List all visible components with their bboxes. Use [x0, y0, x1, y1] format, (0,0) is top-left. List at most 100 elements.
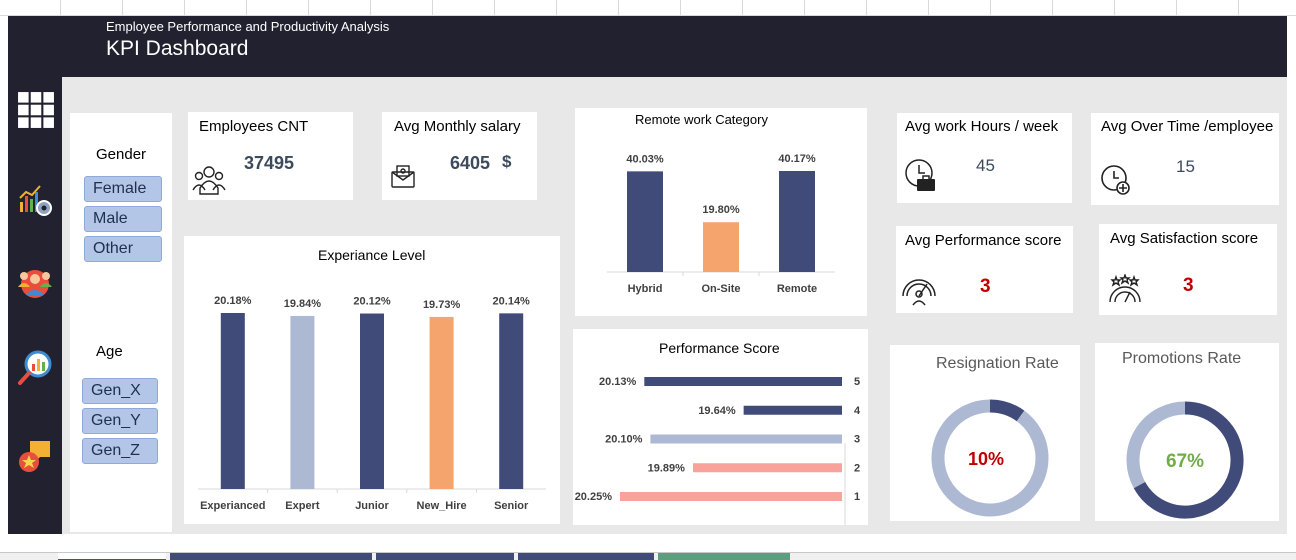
sheet-tab-analysis[interactable]	[518, 553, 654, 560]
overtime-kpi-card: Avg Over Time /employee 15	[1091, 113, 1279, 205]
data-label-New_Hire: 19.73%	[423, 299, 461, 311]
data-label-score-2: 19.89%	[648, 462, 686, 474]
salary-kpi-unit: $	[502, 152, 512, 171]
tick-label-score-4: 4	[854, 405, 861, 417]
overtime-kpi-value: 15	[1176, 157, 1195, 176]
gender-other-button[interactable]: Other	[84, 236, 162, 262]
employees-kpi-card: Employees CNT 37495	[188, 112, 353, 200]
bar-Junior	[360, 313, 384, 489]
age-genx-button[interactable]: Gen_X	[82, 378, 158, 404]
satisfaction-gauge-icon	[1109, 274, 1141, 303]
bar-score-3	[650, 434, 842, 444]
tick-label-Expert: Expert	[285, 500, 320, 512]
remote-work-chart-card: Remote work Category 40.03% Hybrid 19.80% O…	[575, 108, 867, 316]
tick-label-score-1: 1	[854, 491, 860, 503]
data-label-Senior: 20.14%	[493, 295, 531, 307]
clock-briefcase-icon	[905, 159, 935, 191]
gauge-person-icon	[902, 279, 936, 306]
sheet-tab-performance[interactable]	[170, 553, 372, 560]
data-label-Hybrid: 40.03%	[626, 153, 664, 165]
resignation-center-label: 10%	[967, 449, 1005, 469]
bar-score-1	[620, 492, 842, 501]
tick-label-Remote: Remote	[777, 283, 817, 295]
dashboard-title: KPI Dashboard	[106, 37, 249, 60]
donut-slice-0	[989, 399, 1025, 422]
salary-kpi-value: 6405	[450, 153, 491, 173]
overtime-kpi-label: Avg Over Time /employee	[1101, 118, 1274, 135]
tick-label-New_Hire: New_Hire	[417, 500, 467, 512]
bar-Senior	[499, 313, 524, 489]
work-hours-kpi-card: Avg work Hours / week 45	[897, 113, 1072, 203]
resignation-chart-card: Resignation Rate 10%	[890, 345, 1080, 521]
performance-chart-card: Performance Score 20.13% 5 19.64% 4 20.10% 3 1…	[573, 329, 868, 525]
tick-label-Experianced: Experianced	[200, 500, 265, 512]
people-icon	[192, 166, 226, 195]
work-hours-kpi-label: Avg work Hours / week	[905, 118, 1059, 135]
bar-score-5	[644, 377, 842, 386]
feedback-star-icon[interactable]	[16, 437, 54, 475]
data-label-score-3: 20.10%	[605, 434, 643, 446]
money-icon	[391, 165, 415, 188]
tick-label-Junior: Junior	[355, 500, 389, 512]
sheet-tab-calculation[interactable]	[658, 553, 790, 560]
data-label-Experianced: 20.18%	[214, 295, 252, 307]
bar-On-Site	[703, 222, 739, 272]
data-label-score-1: 20.25%	[575, 491, 613, 503]
dashboard-header: Employee Performance and Productivity An…	[8, 16, 1287, 77]
employees-kpi-label: Employees CNT	[199, 118, 309, 135]
bar-Expert	[290, 315, 315, 489]
bar-New_Hire	[429, 316, 454, 489]
employees-kpi-value: 37495	[244, 153, 295, 173]
bar-Remote	[779, 171, 815, 272]
donut-slice-1	[1126, 401, 1186, 489]
experience-chart-card: Experiance Level 20.18% Experianced 19.84%…	[184, 236, 560, 524]
promotions-donut	[1126, 401, 1244, 519]
gender-slicer-title: Gender	[96, 146, 147, 163]
experience-level-chart: 20.18% Experianced 19.84% Expert 20.12% Junio…	[198, 295, 546, 512]
dashboard-canvas: Gender Female Male Other Age Gen_X Gen_Y…	[62, 77, 1287, 534]
bar-score-2	[692, 463, 842, 473]
analytics-search-icon[interactable]	[16, 349, 54, 387]
data-label-Expert: 19.84%	[284, 298, 322, 310]
satisfaction-kpi-label: Avg Satisfaction score	[1110, 230, 1259, 247]
promotions-chart-card: Promotions Rate 67%	[1095, 343, 1279, 521]
performance-kpi-value: 3	[980, 276, 991, 297]
age-geny-button[interactable]: Gen_Y	[82, 408, 158, 434]
resignation-donut	[931, 399, 1049, 517]
sheet-tab-dashboard[interactable]	[58, 553, 166, 560]
remote-work-chart: 40.03% Hybrid 19.80% On-Site 40.17% Remote	[607, 153, 835, 295]
tick-label-On-Site: On-Site	[701, 283, 740, 295]
sheet-tab-diversity[interactable]	[376, 553, 514, 560]
sidebar	[8, 77, 62, 534]
dashboard-root: Employee Performance and Productivity An…	[0, 0, 1296, 560]
sheet-tabs	[0, 552, 1296, 560]
sheet-gridlines	[0, 0, 1296, 16]
satisfaction-kpi-card: Avg Satisfaction score 3	[1099, 224, 1277, 315]
tick-label-score-3: 3	[854, 434, 860, 446]
performance-kpi-card: Avg Performance score 3	[896, 226, 1073, 313]
tick-label-Hybrid: Hybrid	[628, 283, 663, 295]
gender-male-button[interactable]: Male	[84, 206, 162, 232]
gender-female-button[interactable]: Female	[84, 176, 162, 202]
data-label-On-Site: 19.80%	[702, 204, 740, 216]
dashboard-subtitle: Employee Performance and Productivity An…	[106, 19, 390, 34]
bar-score-4	[743, 405, 842, 415]
age-genz-button[interactable]: Gen_Z	[82, 438, 158, 464]
promotions-center-label: 67%	[1165, 451, 1205, 472]
tick-label-Senior: Senior	[494, 500, 529, 512]
chart-gear-icon[interactable]	[16, 180, 54, 218]
data-label-Remote: 40.17%	[778, 153, 816, 165]
clock-plus-icon	[1101, 165, 1130, 195]
data-label-score-4: 19.64%	[698, 405, 736, 417]
data-label-score-5: 20.13%	[599, 376, 637, 388]
performance-score-chart: 20.13% 5 19.64% 4 20.10% 3 19.89% 2 20.25% 1	[575, 376, 861, 525]
salary-kpi-label: Avg Monthly salary	[394, 118, 521, 135]
team-icon[interactable]	[16, 265, 54, 303]
performance-kpi-label: Avg Performance score	[905, 232, 1062, 249]
slicer-panel: Gender Female Male Other Age Gen_X Gen_Y…	[70, 113, 172, 532]
grid-icon[interactable]	[17, 91, 55, 129]
tick-label-score-2: 2	[854, 462, 860, 474]
data-label-Junior: 20.12%	[353, 296, 391, 308]
work-hours-kpi-value: 45	[976, 156, 995, 175]
age-slicer-title: Age	[96, 343, 123, 360]
